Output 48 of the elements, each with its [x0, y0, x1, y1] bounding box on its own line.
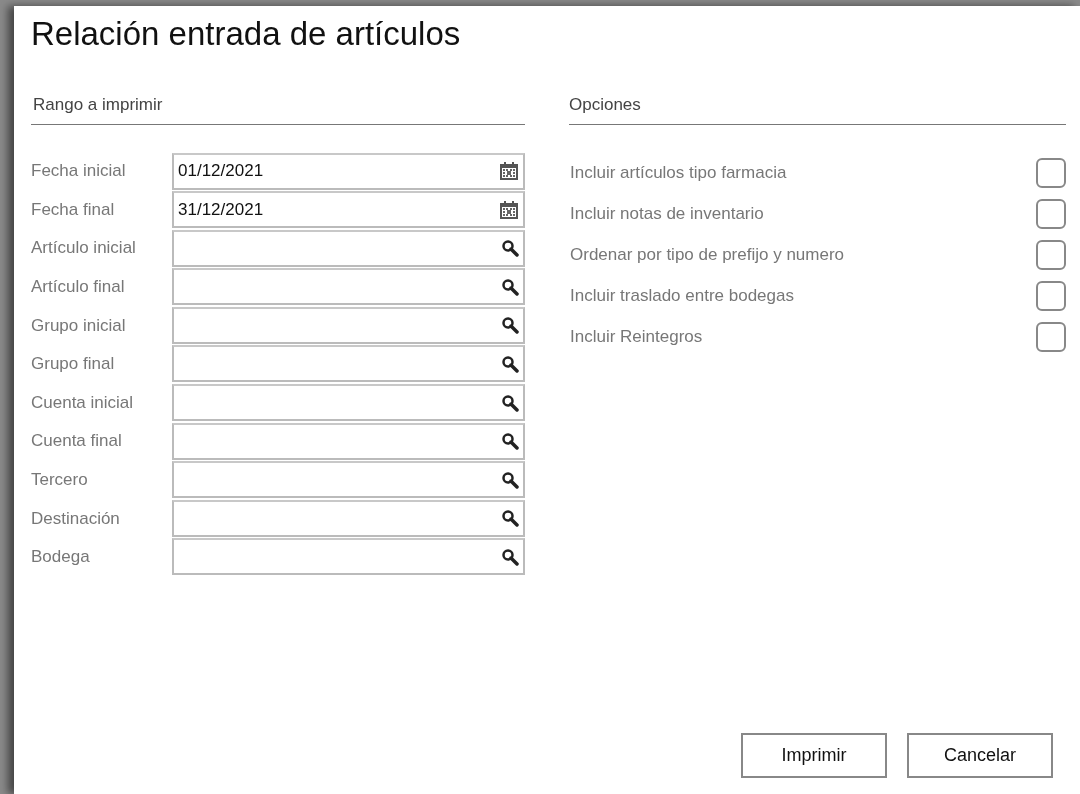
lookup-field[interactable] — [172, 422, 525, 460]
field-label: Cuenta inicial — [31, 391, 135, 414]
field-label: Grupo inicial — [31, 314, 127, 337]
field-label: Bodega — [31, 546, 91, 569]
checkbox[interactable] — [1036, 158, 1066, 188]
lookup-field[interactable] — [172, 345, 525, 383]
option-label: Incluir notas de inventario — [570, 203, 764, 226]
checkbox[interactable] — [1036, 199, 1066, 229]
window-title: Relación entrada de artículos — [31, 14, 461, 54]
checkbox[interactable] — [1036, 240, 1066, 270]
search-icon[interactable] — [501, 509, 519, 528]
search-icon[interactable] — [501, 393, 519, 412]
lookup-field[interactable] — [172, 499, 525, 537]
date-field[interactable]: 31/12/2021 — [172, 191, 525, 229]
search-icon[interactable] — [501, 239, 519, 258]
lookup-field[interactable] — [172, 229, 525, 267]
option-label: Incluir traslado entre bodegas — [570, 285, 794, 308]
search-icon[interactable] — [501, 470, 519, 489]
calendar-icon[interactable] — [499, 199, 519, 220]
field-label: Artículo inicial — [31, 237, 137, 260]
checkbox[interactable] — [1036, 281, 1066, 311]
date-field[interactable]: 01/12/2021 — [172, 152, 525, 190]
field-label: Artículo final — [31, 276, 126, 299]
option-label: Ordenar por tipo de prefijo y numero — [570, 244, 845, 267]
lookup-field[interactable] — [172, 268, 525, 306]
lookup-field[interactable] — [172, 538, 525, 576]
field-label: Grupo final — [31, 353, 116, 376]
calendar-icon[interactable] — [499, 161, 519, 181]
checkbox[interactable] — [1036, 322, 1066, 352]
field-label: Fecha final — [31, 198, 116, 221]
lookup-field[interactable] — [172, 461, 525, 499]
field-label: Fecha inicial — [31, 160, 127, 183]
search-icon[interactable] — [501, 432, 519, 451]
field-label: Cuenta final — [31, 430, 123, 453]
lookup-field[interactable] — [172, 384, 525, 422]
section-heading: Rango a imprimir — [33, 95, 163, 114]
dialog-button[interactable]: Cancelar — [907, 733, 1053, 778]
option-label: Incluir Reintegros — [570, 326, 703, 349]
search-icon[interactable] — [501, 547, 519, 566]
dialog-button[interactable]: Imprimir — [741, 733, 887, 778]
search-icon[interactable] — [501, 316, 519, 335]
field-label: Tercero — [31, 469, 89, 491]
option-label: Incluir artículos tipo farmacia — [570, 162, 787, 185]
section-heading: Opciones — [569, 95, 641, 114]
field-label: Destinación — [31, 507, 121, 530]
lookup-field[interactable] — [172, 306, 525, 344]
search-icon[interactable] — [501, 354, 519, 373]
search-icon[interactable] — [501, 277, 519, 296]
